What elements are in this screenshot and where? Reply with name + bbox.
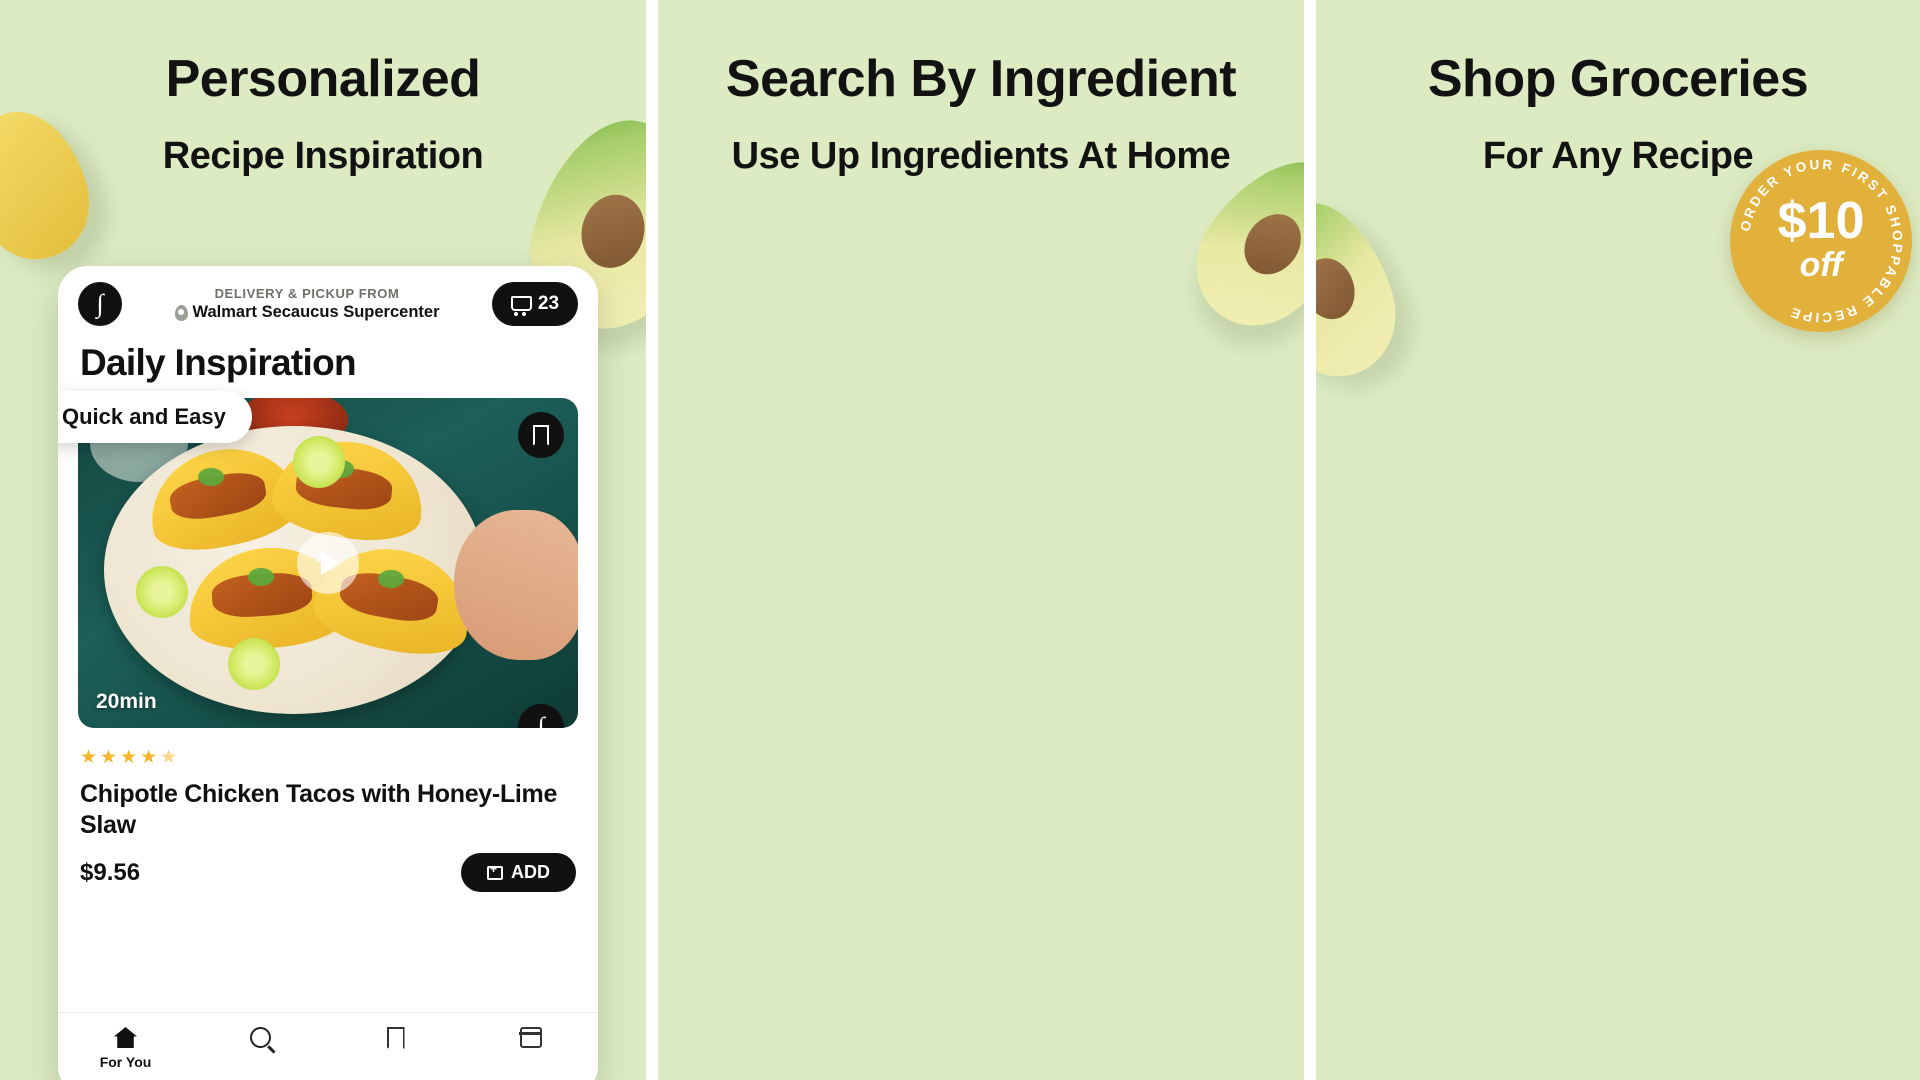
bottom-tabbar: For You: [58, 1012, 598, 1080]
panel-personalized: Personalized Recipe Inspiration ∫ DELIVE…: [0, 0, 646, 1080]
panel-search-ingredient: Search By Ingredient Use Up Ingredients …: [658, 0, 1304, 1080]
phone-mockup-feed: ∫ DELIVERY & PICKUP FROM Walmart Secaucu…: [58, 266, 598, 1080]
panel-divider: [646, 0, 658, 1080]
panel-headline: Shop Groceries: [1427, 50, 1809, 108]
bookmark-icon: [386, 1027, 405, 1049]
rating-stars: ★★★★★: [80, 747, 181, 768]
store-name: Walmart Secaucus Supercenter: [132, 303, 482, 322]
tab-planner[interactable]: [463, 1027, 598, 1048]
recipe-title[interactable]: Chipotle Chicken Tacos with Honey-Lime S…: [80, 779, 576, 841]
add-cart-icon: [487, 863, 503, 880]
recipe-hero-media[interactable]: 20min ∫: [78, 398, 578, 728]
category-chip[interactable]: Quick and Easy: [58, 391, 252, 443]
brand-badge-icon: ∫: [518, 704, 564, 728]
taco-decoration: [0, 96, 105, 274]
recipe-price: $9.56: [80, 858, 141, 886]
play-button[interactable]: [297, 532, 359, 594]
tab-search[interactable]: [193, 1027, 328, 1048]
recipe-meta: ★★★★★ Chipotle Chicken Tacos with Honey-…: [58, 728, 598, 898]
add-to-cart-button[interactable]: ADD: [461, 853, 576, 892]
search-icon: [250, 1027, 271, 1048]
store-selector[interactable]: DELIVERY & PICKUP FROM Walmart Secaucus …: [132, 286, 482, 322]
promo-ring-text: ORDER YOUR FIRST SHOPPABLE RECIPE: [1738, 157, 1903, 325]
avocado-decoration: [1316, 185, 1413, 393]
recipe-time: 20min: [96, 690, 157, 713]
app-topbar: ∫ DELIVERY & PICKUP FROM Walmart Secaucu…: [58, 266, 598, 332]
bookmark-button[interactable]: [518, 412, 564, 458]
screenshot-stage: Personalized Recipe Inspiration ∫ DELIVE…: [0, 0, 1920, 1080]
home-icon: [114, 1027, 137, 1048]
store-label: DELIVERY & PICKUP FROM: [214, 286, 400, 301]
cart-icon: [510, 296, 532, 316]
tab-saved[interactable]: [328, 1027, 463, 1049]
panel-headline: Search By Ingredient: [725, 50, 1237, 108]
promo-badge-ring: ORDER YOUR FIRST SHOPPABLE RECIPE: [1738, 157, 1906, 325]
tab-for-you[interactable]: For You: [58, 1027, 193, 1070]
cart-count: 23: [537, 293, 560, 314]
page-title: Daily Inspiration: [80, 342, 357, 383]
brand-logo-icon: ∫: [78, 282, 122, 326]
svg-text:ORDER YOUR FIRST SHOPPABLE REC: ORDER YOUR FIRST SHOPPABLE RECIPE: [1738, 157, 1906, 325]
bookmark-icon: [533, 424, 549, 446]
panel-subheadline: Use Up Ingredients At Home: [731, 134, 1231, 177]
location-pin-icon: [174, 304, 188, 321]
cart-button[interactable]: 23: [492, 282, 578, 326]
calendar-icon: [518, 1027, 543, 1048]
panel-divider: [1304, 0, 1316, 1080]
panel-shop-groceries: Shop Groceries For Any Recipe ORDER YOUR…: [1316, 0, 1920, 1080]
panel-headline: Personalized: [165, 50, 481, 108]
promo-badge: ORDER YOUR FIRST SHOPPABLE RECIPE $10 of…: [1730, 150, 1912, 332]
panel-subheadline: Recipe Inspiration: [162, 134, 484, 177]
